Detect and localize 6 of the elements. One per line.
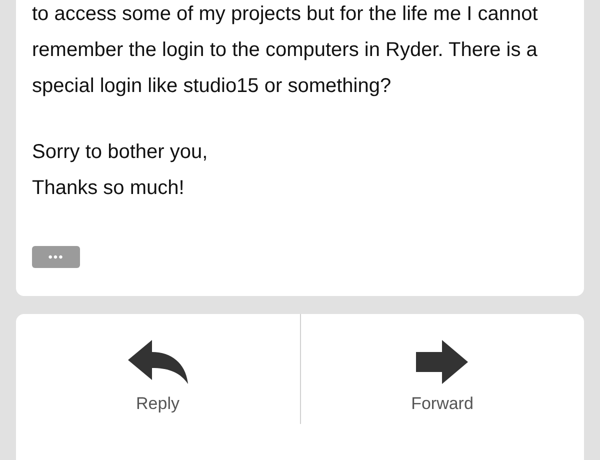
forward-button[interactable]: Forward xyxy=(300,314,584,424)
message-paragraph: Sorry to bother you, Thanks so much! xyxy=(32,140,209,201)
reply-button[interactable]: Reply xyxy=(16,314,300,424)
reply-arrow-icon xyxy=(128,340,188,384)
message-paragraph: to access some of my projects but for the life me I cannot remember the login to the computers in Ryder. There is a special login like studio15 or something? xyxy=(32,2,539,99)
forward-arrow-icon xyxy=(416,340,468,384)
